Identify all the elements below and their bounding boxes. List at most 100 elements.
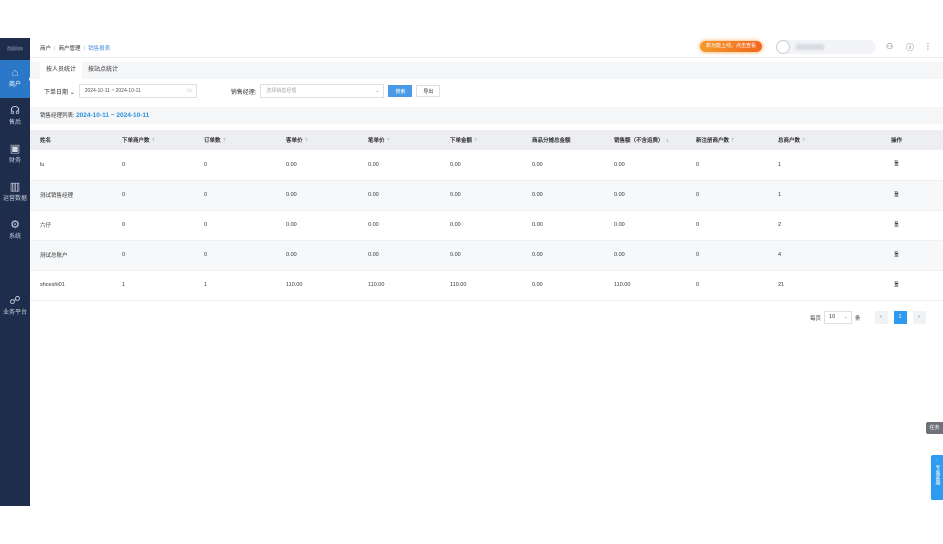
table-cell: 0.00 — [522, 180, 604, 211]
search-button[interactable]: 搜索 — [388, 85, 413, 97]
table-cell: 0.00 — [276, 240, 358, 271]
sidebar-item-system[interactable]: ⚙ 系统 — [0, 212, 30, 250]
chevron-down-icon: ⌄ — [69, 89, 75, 96]
table-row: 测试销售经理 0 0 0.00 0.00 0.00 0.00 0.00 0 1 🗎 — [30, 180, 943, 211]
table-cell: 1 — [194, 270, 276, 301]
sidebar-item-platform[interactable]: ☍ 业务平台 — [0, 288, 30, 326]
column-header: 操作 — [850, 130, 943, 150]
logo: 西塔科技 — [7, 46, 23, 51]
table-cell: 0 — [112, 150, 194, 181]
column-header[interactable]: 销售额（不含运费） ⇣ — [604, 130, 686, 150]
sidebar: 西塔科技 ⌂ 商户 ☊ 售后 ▣ 财务 ▥ 运营数据 ⚙ 系统 ☍ 业务平台 — [0, 38, 33, 506]
column-header[interactable]: 下单商户数 ⇡ — [112, 130, 194, 150]
detail-icon[interactable]: 🗎 — [850, 210, 943, 241]
sort-icon[interactable]: ⇡ — [800, 138, 807, 144]
chevron-down-icon: ⌄ — [843, 314, 849, 320]
breadcrumb: 商户 / 商户管理 / 销售报表 — [40, 45, 111, 52]
sidebar-item-finance[interactable]: ▣ 财务 — [0, 136, 30, 174]
detail-icon[interactable]: 🗎 — [850, 240, 943, 271]
table-cell: 测试销售经理 — [30, 180, 112, 211]
more-icon[interactable]: ⋮ — [924, 42, 932, 51]
column-header[interactable]: 订单数 ⇡ — [194, 130, 276, 150]
table-cell: shceshi01 — [30, 270, 112, 301]
next-page-button[interactable]: › — [912, 311, 926, 324]
customer-service-label: 专属客服 — [934, 465, 941, 485]
table-cell: 0 — [112, 240, 194, 271]
column-header[interactable]: 客单价 ⇡ — [276, 130, 358, 150]
sort-icon[interactable]: ⇡ — [150, 138, 156, 144]
column-header[interactable]: 下单金额 ⇡ — [440, 130, 522, 150]
chevron-down-icon: ⌄ — [375, 88, 380, 94]
table-cell: 0 — [194, 180, 276, 211]
table-cell: 110.00 — [440, 270, 522, 301]
detail-icon[interactable]: 🗎 — [850, 270, 943, 301]
table-cell: 0 — [194, 210, 276, 241]
table-cell: 0.00 — [276, 180, 358, 211]
bar-chart-icon: ▥ — [9, 181, 21, 193]
avatar — [776, 40, 790, 54]
page-button[interactable]: 1 — [893, 311, 907, 324]
task-button[interactable]: 任务 — [926, 422, 943, 434]
sort-icon[interactable]: ⇣ — [664, 138, 670, 144]
table-cell: 0.00 — [440, 150, 522, 181]
table-cell: 0.00 — [358, 210, 440, 241]
table-cell: 0 — [112, 180, 194, 211]
sort-icon[interactable]: ⇡ — [221, 138, 227, 144]
export-button[interactable]: 导出 — [416, 85, 441, 97]
service-icon: ◌ — [935, 458, 939, 464]
table-cell: 0 — [686, 240, 768, 271]
org-chart-icon: ☍ — [9, 295, 21, 307]
calendar-icon: ▭ — [186, 88, 192, 94]
table-cell: 六仔 — [30, 210, 112, 241]
detail-icon[interactable]: 🗎 — [850, 180, 943, 211]
main: 商户 / 商户管理 / 销售报表 新功能上线，点击查看 ⚇ ⓘ ⋮ 按人员统计 按站点统… — [30, 38, 943, 506]
sort-icon[interactable]: ⇡ — [385, 138, 391, 144]
column-header[interactable]: 新注册商户数 ⇡ — [686, 130, 768, 150]
tabs: 按人员统计 按站点统计 — [30, 62, 943, 79]
page-size-select[interactable]: 10 ⌄ — [824, 311, 853, 324]
column-header: 商品分摊总金额 — [522, 130, 604, 150]
manager-label: 销售经理: — [230, 89, 257, 96]
table-cell: 1 — [768, 180, 850, 211]
table-cell: 21 — [768, 270, 850, 301]
table-cell: 0 — [686, 180, 768, 211]
column-header[interactable]: 笔单价 ⇡ — [358, 130, 440, 150]
prev-page-button[interactable]: ‹ — [874, 311, 888, 324]
table-cell: 0.00 — [358, 240, 440, 271]
tab-by-site[interactable]: 按站点统计 — [82, 62, 124, 79]
table-cell: 0.00 — [358, 150, 440, 181]
table-cell: 0 — [686, 270, 768, 301]
tab-by-staff[interactable]: 按人员统计 — [40, 62, 83, 79]
table-cell: 0.00 — [276, 210, 358, 241]
table-row: shceshi01 1 1 110.00 110.00 110.00 0.00 110.00 0… — [30, 270, 943, 301]
table-cell: 110.00 — [604, 270, 686, 301]
manager-select[interactable]: 选择销售经理 ⌄ — [260, 84, 385, 98]
table-cell: 0.00 — [276, 150, 358, 181]
table-cell: 0 — [686, 210, 768, 241]
detail-icon[interactable]: 🗎 — [850, 150, 943, 181]
user-icon[interactable]: ⚇ — [886, 42, 893, 51]
user-menu[interactable] — [776, 40, 876, 54]
sort-icon[interactable]: ⇡ — [472, 138, 479, 144]
sidebar-item-operations[interactable]: ▥ 运营数据 — [0, 174, 30, 212]
customer-service-button[interactable]: ◌ 专属客服 — [931, 455, 943, 500]
table-cell: 0 — [686, 150, 768, 181]
table-cell: 110.00 — [276, 270, 358, 301]
date-range-input[interactable]: 2024-10-11 ~ 2024-10-11 ▭ — [78, 84, 197, 98]
table-cell: 4 — [768, 240, 850, 271]
sort-icon[interactable]: ⇡ — [303, 138, 309, 144]
sidebar-item-shop[interactable]: ⌂ 商户 — [0, 60, 33, 98]
date-type-select[interactable]: 下单日期 ⌄ — [44, 87, 75, 96]
column-header[interactable]: 总商户数 ⇡ — [768, 130, 850, 150]
table-row: 六仔 0 0 0.00 0.00 0.00 0.00 0.00 0 2 🗎 — [30, 210, 943, 241]
finance-icon: ▣ — [9, 143, 21, 155]
table-cell: lu — [30, 150, 112, 181]
breadcrumb-item[interactable]: 商户 — [40, 46, 51, 52]
sidebar-item-aftersale[interactable]: ☊ 售后 — [0, 98, 30, 136]
help-icon[interactable]: ⓘ — [906, 42, 914, 53]
table-cell: 110.00 — [358, 270, 440, 301]
table-cell: 0 — [112, 210, 194, 241]
breadcrumb-item[interactable]: 商户管理 — [59, 46, 81, 52]
sort-icon[interactable]: ⇡ — [729, 138, 736, 144]
new-feature-banner[interactable]: 新功能上线，点击查看 — [700, 41, 763, 52]
